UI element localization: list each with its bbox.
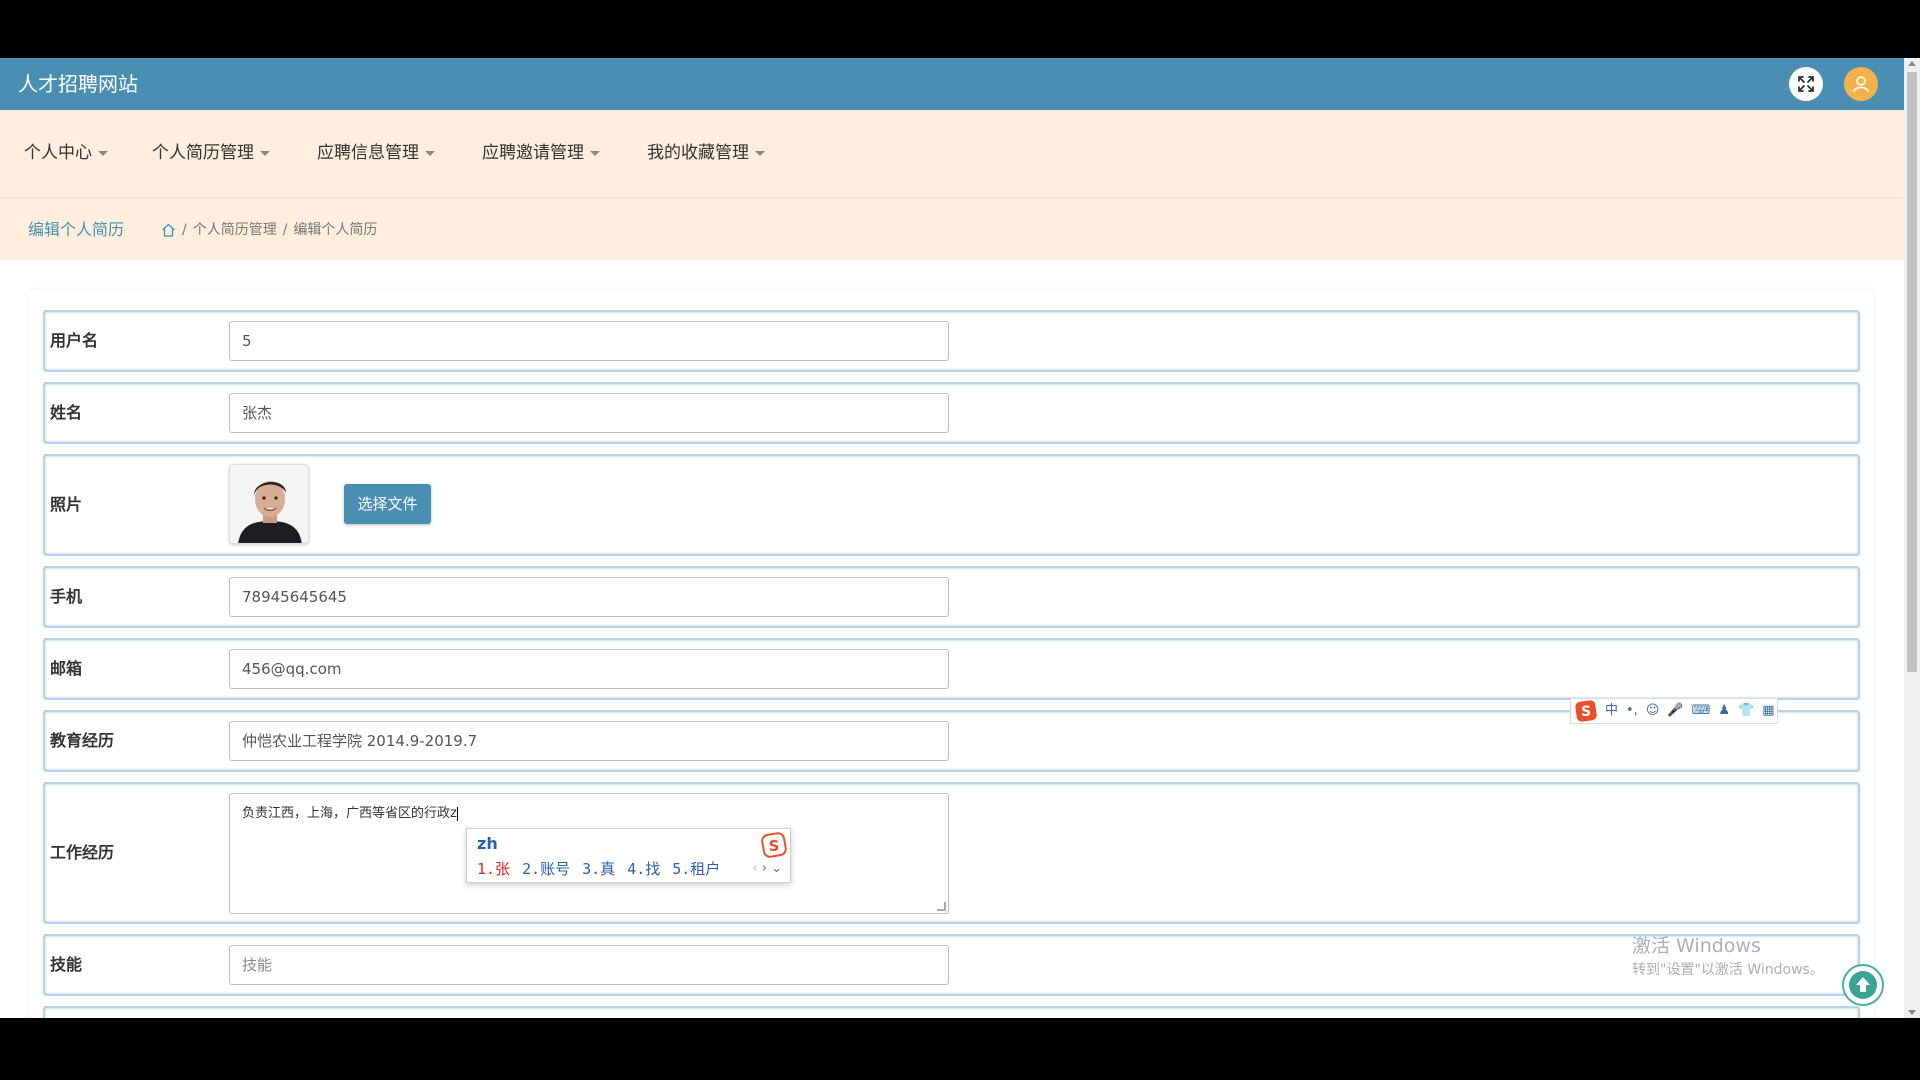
ime-candidate[interactable]: 5.租户 xyxy=(672,859,720,879)
chevron-left-icon[interactable]: ‹ xyxy=(752,861,757,876)
user-icon xyxy=(1853,76,1869,93)
svg-text:S: S xyxy=(1581,704,1591,720)
nav-application-management[interactable]: 应聘信息管理 xyxy=(317,141,435,165)
breadcrumb-separator: / xyxy=(282,222,288,238)
nav-resume-management[interactable]: 个人简历管理 xyxy=(152,141,270,165)
svg-text:S: S xyxy=(769,837,780,855)
scrollbar-thumb[interactable] xyxy=(1907,72,1917,672)
ime-menu-icon[interactable]: ▦ xyxy=(1762,700,1774,722)
sogou-logo-icon: S xyxy=(761,832,787,858)
form-row-phone: 手机 78945645645 xyxy=(43,566,1860,628)
ime-candidate-window: zh S 1.张 2.账号 3.真 4.找 5.租户 ‹ › ⌄ xyxy=(466,828,791,883)
chevron-right-icon[interactable]: › xyxy=(762,861,767,876)
form-row-skills: 技能 技能 xyxy=(43,934,1860,996)
breadcrumb-item: 编辑个人简历 xyxy=(293,222,378,238)
email-label: 邮箱 xyxy=(50,659,83,678)
home-icon[interactable] xyxy=(161,223,176,237)
breadcrumb-separator: / xyxy=(182,222,187,238)
nav-label: 应聘信息管理 xyxy=(317,143,419,163)
nav-label: 我的收藏管理 xyxy=(647,143,749,163)
choose-file-button[interactable]: 选择文件 xyxy=(344,484,431,524)
watermark-title: 激活 Windows xyxy=(1632,935,1761,957)
ime-keyboard-icon[interactable]: ⌨ xyxy=(1692,700,1711,722)
nav-personal-center[interactable]: 个人中心 xyxy=(24,141,108,165)
form-row-work-experience: 工作经历 负责江西，上海，广西等省区的行政z xyxy=(43,782,1860,924)
phone-label: 手机 xyxy=(50,587,83,606)
ime-candidate[interactable]: 2.账号 xyxy=(522,859,570,879)
education-label: 教育经历 xyxy=(50,731,115,750)
caret-down-icon xyxy=(98,150,108,156)
page-scrollbar[interactable] xyxy=(1904,58,1920,1018)
ime-candidate[interactable]: 1.张 xyxy=(477,859,510,879)
main-nav: 个人中心 个人简历管理 应聘信息管理 应聘邀请管理 我的收藏管理 xyxy=(0,110,1904,198)
caret-down-icon xyxy=(755,150,765,156)
username-input[interactable]: 5 xyxy=(229,321,949,361)
username-label: 用户名 xyxy=(50,331,99,350)
nav-invitation-management[interactable]: 应聘邀请管理 xyxy=(482,141,600,165)
caret-down-icon xyxy=(425,150,435,156)
ime-skin-icon[interactable]: 👕 xyxy=(1738,700,1754,722)
ime-page-controls: ‹ › ⌄ xyxy=(752,859,782,879)
page-title: 编辑个人简历 xyxy=(28,220,125,239)
scroll-down-icon[interactable] xyxy=(1908,1010,1916,1015)
resize-handle[interactable] xyxy=(937,902,946,911)
ime-user-icon[interactable]: ♟ xyxy=(1718,700,1730,722)
work-experience-text: 负责江西，上海，广西等省区的行政z xyxy=(242,806,457,821)
nav-favorites-management[interactable]: 我的收藏管理 xyxy=(647,141,765,165)
top-bar: 人才招聘网站 xyxy=(0,58,1904,110)
expand-arrows-icon xyxy=(1798,76,1814,92)
skills-input[interactable]: 技能 xyxy=(229,945,949,985)
breadcrumb-bar: 编辑个人简历 / 个人简历管理 / 编辑个人简历 xyxy=(0,198,1904,260)
ime-emoji-icon[interactable]: ☺ xyxy=(1646,700,1660,722)
ime-voice-icon[interactable]: 🎤 xyxy=(1667,700,1683,722)
form-row-username: 用户名 5 xyxy=(43,310,1860,372)
windows-activation-watermark: 激活 Windows 转到"设置"以激活 Windows。 xyxy=(1632,934,1824,980)
text-cursor xyxy=(456,806,458,821)
chevron-down-icon[interactable]: ⌄ xyxy=(771,861,782,876)
skills-label: 技能 xyxy=(50,955,83,974)
nav-label: 个人中心 xyxy=(24,143,92,163)
nav-label: 应聘邀请管理 xyxy=(482,143,584,163)
breadcrumb-item[interactable]: 个人简历管理 xyxy=(193,220,277,240)
ime-status-toolbar[interactable]: S 中 •, ☺ 🎤 ⌨ ♟ 👕 ▦ xyxy=(1570,698,1778,724)
ime-candidates: 1.张 2.账号 3.真 4.找 5.租户 xyxy=(477,859,720,879)
scroll-up-icon[interactable] xyxy=(1908,61,1916,66)
form-row-next xyxy=(43,1006,1860,1018)
person-portrait-icon xyxy=(230,465,308,543)
fullscreen-button[interactable] xyxy=(1789,67,1823,101)
caret-down-icon xyxy=(590,150,600,156)
app-window: 人才招聘网站 个人中心 个人简历管理 应聘信息管理 应聘邀请管理 我的收藏管理 xyxy=(0,58,1904,1018)
back-to-top-button[interactable] xyxy=(1842,964,1884,1006)
name-label: 姓名 xyxy=(50,403,83,422)
photo-label: 照片 xyxy=(50,495,83,514)
phone-input[interactable]: 78945645645 xyxy=(229,577,949,617)
form-row-email: 邮箱 456@qq.com xyxy=(43,638,1860,700)
site-title: 人才招聘网站 xyxy=(18,72,138,96)
ime-candidate[interactable]: 3.真 xyxy=(582,859,615,879)
name-input[interactable]: 张杰 xyxy=(229,393,949,433)
caret-down-icon xyxy=(260,150,270,156)
user-avatar-button[interactable] xyxy=(1844,67,1878,101)
form-row-name: 姓名 张杰 xyxy=(43,382,1860,444)
sogou-logo-icon: S xyxy=(1575,700,1597,722)
email-input[interactable]: 456@qq.com xyxy=(229,649,949,689)
work-experience-label: 工作经历 xyxy=(50,843,115,862)
screen: 人才招聘网站 个人中心 个人简历管理 应聘信息管理 应聘邀请管理 我的收藏管理 xyxy=(0,58,1920,1018)
nav-label: 个人简历管理 xyxy=(152,143,254,163)
ime-composition: zh xyxy=(477,834,498,853)
ime-mode-chinese[interactable]: 中 xyxy=(1605,700,1618,722)
form-row-photo: 照片 选择文件 xyxy=(43,454,1860,556)
ime-punctuation[interactable]: •, xyxy=(1626,700,1638,722)
ime-candidate[interactable]: 4.找 xyxy=(627,859,660,879)
profile-photo xyxy=(229,464,309,544)
watermark-subtitle: 转到"设置"以激活 Windows。 xyxy=(1632,962,1824,978)
education-input[interactable]: 仲恺农业工程学院 2014.9-2019.7 xyxy=(229,721,949,761)
breadcrumb: / 个人简历管理 / 编辑个人简历 xyxy=(161,220,377,240)
arrow-up-icon xyxy=(1849,971,1877,999)
